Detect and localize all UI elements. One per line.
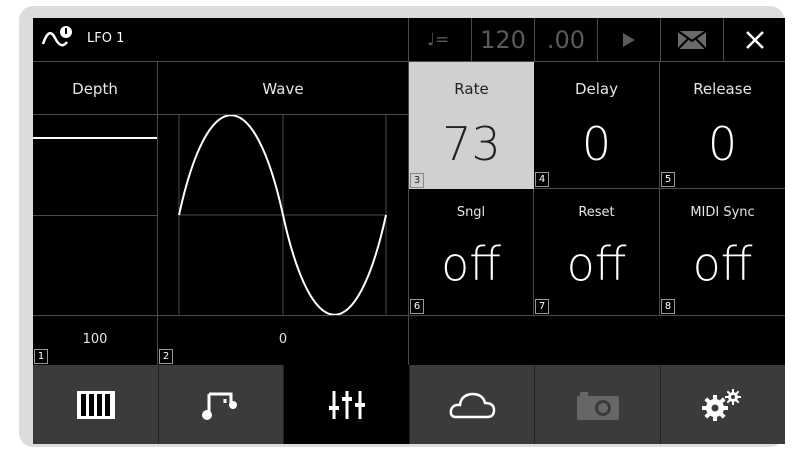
reset-param[interactable]: Reset off 7 bbox=[534, 189, 660, 315]
param-index: 1 bbox=[34, 349, 48, 364]
mixer-sliders-icon bbox=[328, 390, 365, 419]
piano-icon bbox=[76, 390, 115, 419]
camera-icon bbox=[576, 391, 619, 420]
tempo-note-button[interactable]: ♩= bbox=[408, 18, 471, 62]
play-button[interactable] bbox=[597, 18, 660, 62]
nav-settings-button[interactable] bbox=[660, 365, 785, 444]
lfo-wave-icon bbox=[41, 24, 77, 58]
param-index: 4 bbox=[535, 172, 549, 187]
param-index: 7 bbox=[535, 299, 549, 314]
delay-param[interactable]: Delay 0 4 bbox=[534, 62, 660, 189]
empty-row bbox=[409, 315, 785, 365]
depth-level-line bbox=[33, 137, 157, 139]
depth-graph[interactable] bbox=[33, 115, 158, 315]
nav-sequence-button[interactable] bbox=[158, 365, 283, 444]
close-button[interactable] bbox=[723, 18, 785, 62]
nav-cloud-button[interactable] bbox=[409, 365, 534, 444]
mail-button[interactable] bbox=[660, 18, 723, 62]
nav-mixer-button[interactable] bbox=[283, 365, 409, 444]
release-param[interactable]: Release 0 5 bbox=[660, 62, 785, 189]
depth-value-cell[interactable]: 100 1 bbox=[33, 315, 158, 365]
param-index: 5 bbox=[661, 172, 675, 187]
wave-value-cell[interactable]: 0 2 bbox=[158, 315, 409, 365]
nav-camera-button[interactable] bbox=[534, 365, 660, 444]
sngl-param[interactable]: Sngl off 6 bbox=[409, 189, 534, 315]
param-index: 8 bbox=[661, 299, 675, 314]
depth-midline bbox=[33, 215, 157, 216]
tempo-value[interactable]: 120 bbox=[471, 18, 534, 62]
gears-icon bbox=[702, 388, 741, 421]
page-title: LFO 1 bbox=[87, 31, 125, 46]
param-index: 3 bbox=[410, 173, 424, 188]
cloud-icon bbox=[449, 392, 496, 418]
param-index: 6 bbox=[410, 299, 424, 314]
sine-wave bbox=[178, 115, 387, 315]
midi-sync-param[interactable]: MIDI Sync off 8 bbox=[660, 189, 785, 315]
rate-param[interactable]: Rate 73 3 bbox=[409, 62, 534, 189]
depth-header[interactable]: Depth bbox=[33, 62, 158, 115]
header-bar: LFO 1 ♩= 120 .00 bbox=[33, 18, 785, 62]
wave-graph[interactable] bbox=[158, 115, 409, 315]
lfo-screen: LFO 1 ♩= 120 .00 Depth 100 1 Wave 0 2 Ra… bbox=[33, 18, 785, 444]
envelope-icon bbox=[677, 30, 707, 50]
play-icon bbox=[623, 33, 635, 47]
quarter-note-icon: ♩= bbox=[427, 30, 450, 50]
notes-icon bbox=[202, 392, 237, 420]
close-icon bbox=[746, 31, 764, 49]
tempo-fraction[interactable]: .00 bbox=[534, 18, 597, 62]
nav-keyboard-button[interactable] bbox=[33, 365, 158, 444]
wave-header[interactable]: Wave bbox=[158, 62, 409, 115]
param-index: 2 bbox=[159, 349, 173, 364]
